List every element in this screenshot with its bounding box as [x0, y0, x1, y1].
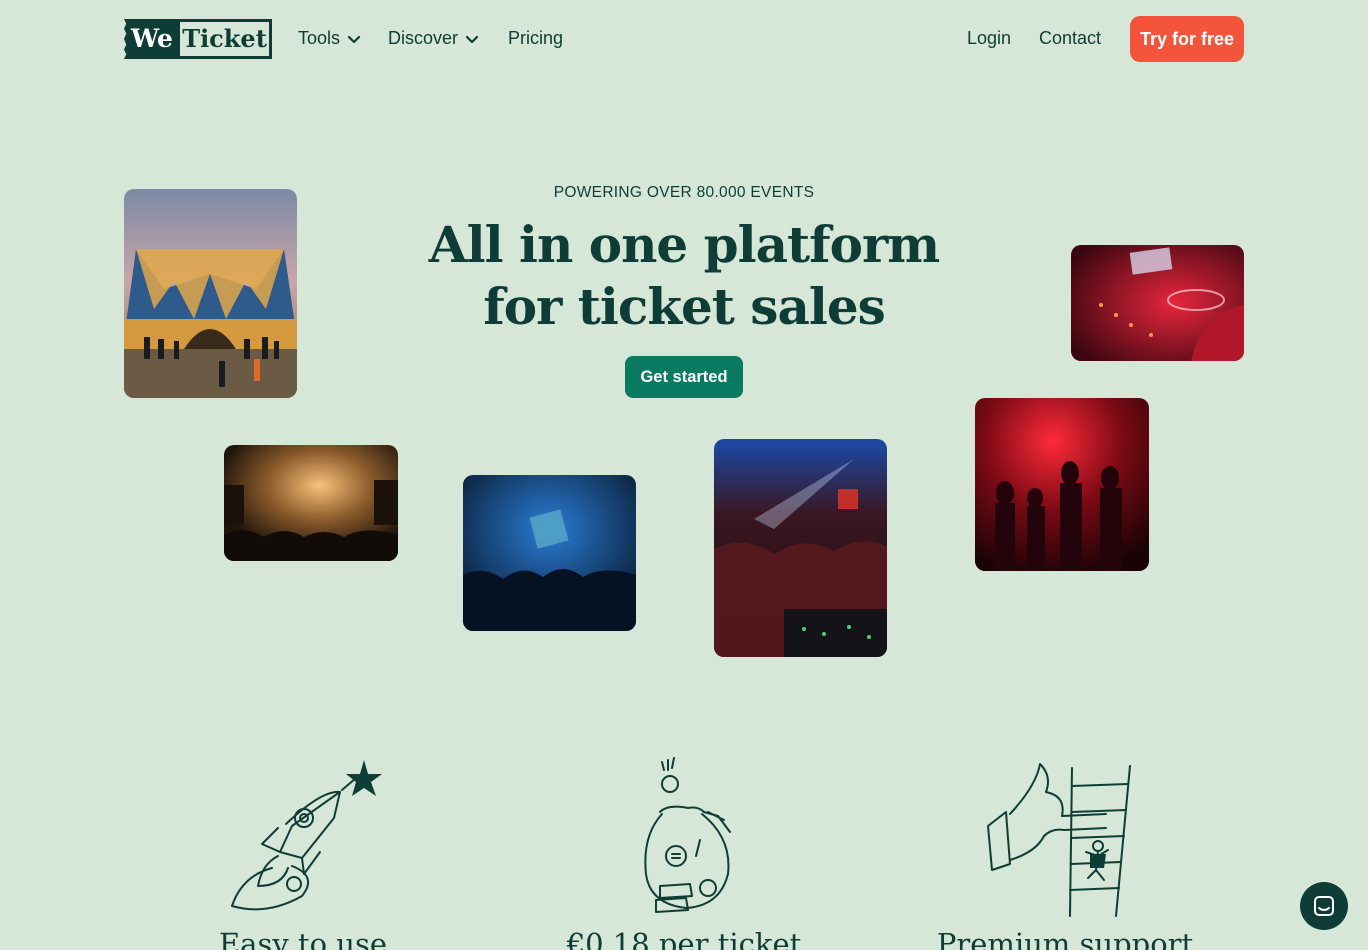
- photo-red-dancefloor: [975, 398, 1149, 571]
- nav-tools-label: Tools: [298, 28, 341, 48]
- nav-pricing[interactable]: Pricing: [508, 28, 563, 49]
- logo-we: We: [124, 19, 180, 59]
- logo-ticket: Ticket: [180, 19, 272, 59]
- landing-page: We Ticket Tools Discover Pricing Login C…: [0, 0, 1368, 950]
- photo-stage-concert: [224, 445, 398, 561]
- feature-price-per-ticket: €0,18 per ticket: [566, 927, 802, 950]
- photo-circus-tent: [124, 189, 297, 398]
- chat-icon: [1314, 896, 1334, 916]
- photo-club-dj: [714, 439, 887, 657]
- feature-premium-support: Premium support: [936, 927, 1194, 950]
- nav-discover[interactable]: Discover: [388, 28, 480, 49]
- chevron-down-icon: [347, 35, 361, 43]
- photo-dj-mixer: [1071, 245, 1244, 361]
- helping-hand-illustration: [987, 763, 1131, 917]
- get-started-button[interactable]: Get started: [625, 356, 743, 398]
- feature-easy-to-use: Easy to use: [219, 927, 387, 950]
- chevron-down-icon: [465, 35, 479, 43]
- rocket-illustration: [231, 760, 382, 911]
- chat-launcher-button[interactable]: [1300, 882, 1348, 930]
- try-for-free-button[interactable]: Try for free: [1130, 16, 1244, 62]
- wticket-logo[interactable]: We Ticket: [124, 19, 272, 59]
- photo-blue-crowd: [463, 475, 636, 631]
- money-bag-illustration: [644, 757, 731, 913]
- nav-contact[interactable]: Contact: [1039, 28, 1101, 49]
- nav-discover-label: Discover: [388, 28, 459, 48]
- top-nav: We Ticket Tools Discover Pricing Login C…: [0, 0, 1368, 78]
- nav-tools[interactable]: Tools: [298, 28, 362, 49]
- nav-login[interactable]: Login: [967, 28, 1011, 49]
